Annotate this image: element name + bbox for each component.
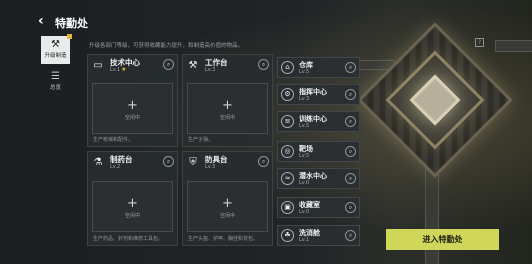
tab-label: 总览 <box>49 85 61 91</box>
collection-icon: ▣ <box>281 201 294 214</box>
slot-status: 空闲中 <box>219 115 235 121</box>
search-icon[interactable]: ⌕ <box>258 59 269 70</box>
facility-level: Lv.0 <box>299 208 310 215</box>
search-icon[interactable]: ⌕ <box>345 146 356 157</box>
card-description: 生产枪械和配件。 <box>93 137 134 143</box>
search-icon[interactable]: ⌕ <box>345 173 356 184</box>
facility-warehouse[interactable]: ⌂ 仓库 Lv.5 ⌕ <box>277 57 360 78</box>
facility-level: Lv.1 <box>299 236 310 243</box>
craft-slot[interactable]: + 空闲中 <box>92 181 173 232</box>
facility-level: Lv.5 <box>299 68 310 75</box>
search-icon[interactable]: ⌕ <box>345 230 356 241</box>
facility-name: 仓库 <box>299 60 313 69</box>
tab-label: 升级制造 <box>44 53 67 59</box>
facility-level: Lv.0 <box>299 179 310 186</box>
tab-overview[interactable]: ☰ 总览 <box>41 68 70 96</box>
facility-decontamination[interactable]: ☘ 洗消舱 Lv.1 ⌕ <box>277 225 360 246</box>
overview-icon: ☰ <box>51 71 60 82</box>
facility-level: Lv.3 <box>299 95 310 102</box>
diving-icon: ≈ <box>281 172 294 185</box>
search-icon[interactable]: ⌕ <box>345 89 356 100</box>
back-arrow-icon[interactable]: ‹ <box>38 13 44 29</box>
card-description: 生产药品、针剂和维修工具包。 <box>93 236 164 242</box>
craft-slot[interactable]: + 空闲中 <box>187 83 268 134</box>
card-tech-center[interactable]: ▭ 技术中心 Lv.1★ ⌕ + 空闲中 生产枪械和配件。 <box>87 54 178 147</box>
pipe <box>495 40 532 52</box>
help-icon[interactable]: ? <box>475 38 484 47</box>
facility-name: 潜水中心 <box>299 171 327 180</box>
facility-structure-art <box>355 0 532 264</box>
card-level: Lv.1 <box>110 66 121 73</box>
card-level: Lv.3 <box>205 66 216 73</box>
page-subtitle: 升级各部门等级，可获得收藏能力提升，和制造高价值的物品。 <box>89 43 244 49</box>
enter-button[interactable]: 进入特勤处 <box>386 229 499 250</box>
facility-level: Lv.5 <box>299 152 310 159</box>
tab-upgrade-craft[interactable]: ⚒ 升级制造 <box>41 34 72 64</box>
facility-level: Lv.5 <box>299 122 310 129</box>
search-icon[interactable]: ⌕ <box>345 62 356 73</box>
warehouse-icon: ⌂ <box>281 61 294 74</box>
facility-name: 训练中心 <box>299 114 327 123</box>
tools-icon: ⚒ <box>188 59 198 71</box>
training-icon: ≡ <box>281 115 294 128</box>
facility-name: 洗消舱 <box>299 228 320 237</box>
card-workbench[interactable]: ⚒ 工作台 Lv.3 ⌕ + 空闲中 生产子弹。 <box>182 54 273 147</box>
plus-icon: + <box>127 196 138 211</box>
plus-icon: + <box>222 98 233 113</box>
page-title: 特勤处 <box>55 17 88 30</box>
crafting-icon: ⚒ <box>51 39 60 50</box>
facility-training-center[interactable]: ≡ 训练中心 Lv.5 ⌕ <box>277 111 360 132</box>
new-badge <box>67 34 72 39</box>
pharmacy-icon: ⚗ <box>93 156 103 168</box>
craft-slot[interactable]: + 空闲中 <box>187 181 268 232</box>
plus-icon: + <box>127 98 138 113</box>
decontamination-icon: ☘ <box>281 229 294 242</box>
search-icon[interactable]: ⌕ <box>345 116 356 127</box>
card-name: 防具台 <box>205 154 228 164</box>
plus-icon: + <box>222 196 233 211</box>
card-name: 工作台 <box>205 57 228 67</box>
facility-command-center[interactable]: ⚙ 指挥中心 Lv.3 ⌕ <box>277 84 360 105</box>
card-pharmacy[interactable]: ⚗ 制药台 Lv.2 ⌕ + 空闲中 生产药品、针剂和维修工具包。 <box>87 151 178 246</box>
target-icon: ◎ <box>281 145 294 158</box>
slot-status: 空闲中 <box>124 115 140 121</box>
card-description: 生产子弹。 <box>188 137 214 143</box>
facility-name: 靶场 <box>299 144 313 153</box>
monitor-icon: ▭ <box>93 59 103 71</box>
search-icon[interactable]: ⌕ <box>345 202 356 213</box>
search-icon[interactable]: ⌕ <box>258 156 269 167</box>
slot-status: 空闲中 <box>124 213 140 219</box>
craft-slot[interactable]: + 空闲中 <box>92 83 173 134</box>
card-level: Lv.2 <box>110 163 121 170</box>
armor-icon: ⛨ <box>189 156 197 168</box>
side-tabs: ⚒ 升级制造 ☰ 总览 <box>41 34 72 100</box>
card-description: 生产头盔、护甲、胸挂和背包。 <box>188 236 259 242</box>
facility-name: 收藏室 <box>299 200 320 209</box>
slot-status: 空闲中 <box>219 213 235 219</box>
card-name: 制药台 <box>110 154 133 164</box>
facility-collection-room[interactable]: ▣ 收藏室 Lv.0 ⌕ <box>277 197 360 218</box>
search-icon[interactable]: ⌕ <box>163 156 174 167</box>
card-level: Lv.3 <box>205 163 216 170</box>
command-icon: ⚙ <box>281 88 294 101</box>
facility-shooting-range[interactable]: ◎ 靶场 Lv.5 ⌕ <box>277 141 360 162</box>
search-icon[interactable]: ⌕ <box>163 59 174 70</box>
star-icon: ★ <box>121 65 127 73</box>
card-armor[interactable]: ⛨ 防具台 Lv.3 ⌕ + 空闲中 生产头盔、护甲、胸挂和背包。 <box>182 151 273 246</box>
facility-diving-center[interactable]: ≈ 潜水中心 Lv.0 ⌕ <box>277 168 360 189</box>
facility-name: 指挥中心 <box>299 87 327 96</box>
